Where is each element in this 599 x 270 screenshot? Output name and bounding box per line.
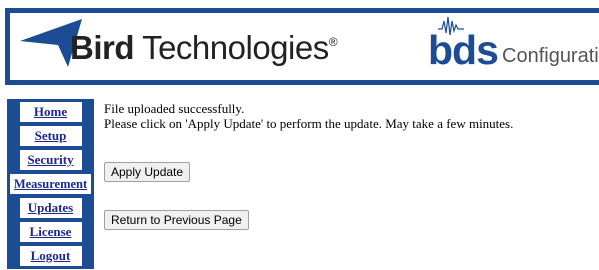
nav-link-logout[interactable]: Logout	[19, 246, 82, 266]
bds-logo: bds Configuration	[428, 15, 599, 77]
status-message: File uploaded successfully. Please click…	[104, 101, 513, 131]
brand-logo-text: Bird Technologies®	[70, 29, 338, 67]
nav-link-measurement[interactable]: Measurement	[10, 174, 91, 194]
upload-success-text: File uploaded successfully.	[104, 101, 245, 116]
nav-link-home[interactable]: Home	[19, 102, 82, 122]
brand-registered-mark: ®	[328, 35, 338, 49]
nav-link-license[interactable]: License	[19, 222, 82, 242]
brand-bird: Bird	[70, 29, 135, 66]
brand-technologies: Technologies	[134, 29, 329, 66]
nav-link-setup[interactable]: Setup	[19, 126, 82, 146]
apply-instruction-text: Please click on 'Apply Update' to perfor…	[104, 116, 514, 131]
header-banner: Bird Technologies® bds Configuration	[5, 8, 599, 85]
nav-link-security[interactable]: Security	[19, 150, 82, 170]
apply-update-button[interactable]: Apply Update	[104, 162, 191, 182]
header-inner: Bird Technologies® bds Configuration	[10, 13, 599, 80]
bds-logo-text: bds	[428, 27, 499, 73]
return-previous-page-button[interactable]: Return to Previous Page	[104, 210, 249, 230]
sidebar-nav: Home Setup Security Measurement Updates …	[7, 99, 94, 269]
nav-link-updates[interactable]: Updates	[19, 198, 82, 218]
configuration-label: Configuration	[502, 45, 599, 67]
